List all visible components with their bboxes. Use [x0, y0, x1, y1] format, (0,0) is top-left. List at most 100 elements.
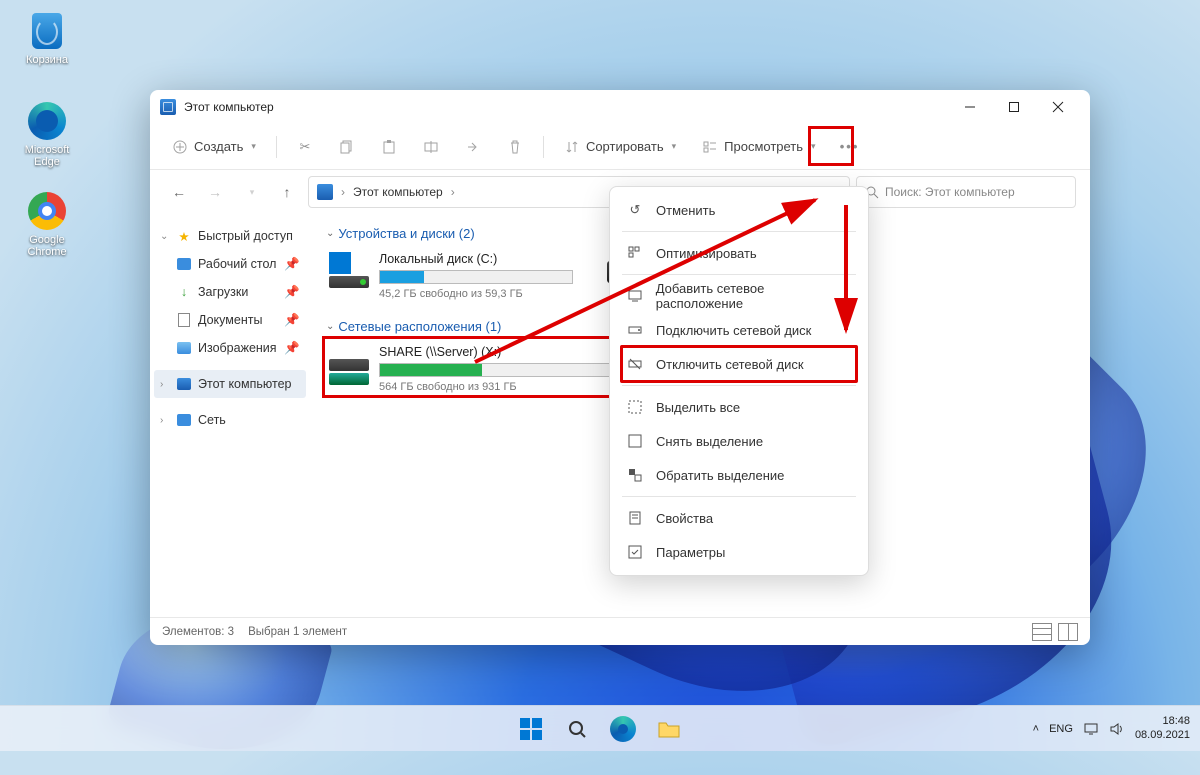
edge-icon	[28, 102, 66, 140]
select-none-icon	[626, 433, 644, 449]
pin-icon: 📌	[284, 285, 300, 300]
cut-button[interactable]: ✂	[287, 130, 323, 164]
menu-label: Обратить выделение	[656, 468, 784, 483]
tray-network-icon[interactable]	[1083, 722, 1099, 736]
taskbar-edge[interactable]	[603, 709, 643, 749]
menu-properties[interactable]: Свойства	[616, 501, 862, 535]
edge-icon	[610, 716, 636, 742]
taskbar-explorer[interactable]	[649, 709, 689, 749]
share-button[interactable]	[455, 130, 491, 164]
sort-icon	[564, 139, 580, 155]
invert-icon	[626, 467, 644, 483]
menu-optimize[interactable]: Оптимизировать	[616, 236, 862, 270]
breadcrumb-root[interactable]: Этот компьютер	[353, 185, 443, 199]
desktop-icon-edge[interactable]: Microsoft Edge	[14, 100, 80, 168]
plus-icon	[172, 139, 188, 155]
menu-options[interactable]: Параметры	[616, 535, 862, 569]
app-icon	[160, 99, 176, 115]
menu-undo[interactable]: ↺ Отменить	[616, 193, 862, 227]
network-drive-icon	[329, 345, 369, 385]
sidebar-item-label: Изображения	[198, 341, 277, 355]
desktop-icon-recycle[interactable]: Корзина	[14, 10, 80, 66]
cut-icon: ✂	[297, 139, 313, 155]
menu-select-all[interactable]: Выделить все	[616, 390, 862, 424]
delete-button[interactable]	[497, 130, 533, 164]
optimize-icon	[626, 245, 644, 261]
up-button[interactable]: ▾	[236, 177, 266, 207]
drive-name: Локальный диск (C:)	[379, 252, 573, 266]
forward-button[interactable]: →	[200, 177, 230, 207]
tray-chevron-icon[interactable]: ˄	[1033, 723, 1039, 735]
pc-icon	[176, 376, 192, 392]
menu-invert-selection[interactable]: Обратить выделение	[616, 458, 862, 492]
sidebar-item-network[interactable]: › Сеть	[154, 406, 306, 434]
menu-label: Подключить сетевой диск	[656, 323, 811, 338]
desktop-icon-label: Google Chrome	[14, 234, 80, 258]
network-icon	[176, 412, 192, 428]
sidebar-item-desktop[interactable]: Рабочий стол 📌	[154, 250, 306, 278]
menu-label: Параметры	[656, 545, 725, 560]
drive-network-x[interactable]: SHARE (\\Server) (X:) 564 ГБ свободно из…	[326, 342, 646, 396]
menu-map-drive[interactable]: Подключить сетевой диск	[616, 313, 862, 347]
search-input[interactable]: Поиск: Этот компьютер	[856, 176, 1076, 208]
view-button[interactable]: Просмотреть ▾	[692, 130, 825, 164]
sort-label: Сортировать	[586, 139, 664, 154]
chevron-right-icon: ›	[160, 379, 170, 390]
toolbar: Создать ▾ ✂ Сортировать ▾ Просмотреть ▾ …	[150, 124, 1090, 170]
pictures-icon	[176, 340, 192, 356]
drive-bar	[379, 270, 573, 284]
drive-c[interactable]: Локальный диск (C:) 45,2 ГБ свободно из …	[326, 249, 576, 303]
chevron-down-icon: ▾	[672, 141, 677, 152]
titlebar[interactable]: Этот компьютер	[150, 90, 1090, 124]
tray-language[interactable]: ENG	[1049, 723, 1073, 735]
more-button[interactable]: •••	[832, 130, 868, 164]
paste-button[interactable]	[371, 130, 407, 164]
tray-volume-icon[interactable]	[1109, 722, 1125, 736]
share-icon	[465, 139, 481, 155]
taskbar: ˄ ENG 18:48 08.09.2021	[0, 705, 1200, 751]
rename-button[interactable]	[413, 130, 449, 164]
close-button[interactable]	[1036, 92, 1080, 122]
sidebar-item-pictures[interactable]: Изображения 📌	[154, 334, 306, 362]
sidebar-item-label: Этот компьютер	[198, 377, 291, 391]
sidebar-item-label: Документы	[198, 313, 262, 327]
copy-button[interactable]	[329, 130, 365, 164]
menu-disconnect-drive[interactable]: Отключить сетевой диск	[616, 347, 862, 381]
minimize-button[interactable]	[948, 92, 992, 122]
chevron-right-icon: ›	[341, 185, 345, 199]
sidebar-item-downloads[interactable]: ↓ Загрузки 📌	[154, 278, 306, 306]
chevron-down-icon: ⌄	[326, 228, 334, 239]
sidebar-item-label: Быстрый доступ	[198, 229, 293, 243]
add-network-icon	[626, 288, 644, 304]
sidebar-item-label: Загрузки	[198, 285, 248, 299]
menu-add-network[interactable]: Добавить сетевое расположение	[616, 279, 862, 313]
menu-select-none[interactable]: Снять выделение	[616, 424, 862, 458]
more-icon: •••	[842, 139, 858, 155]
windows-icon	[520, 718, 542, 740]
new-button[interactable]: Создать ▾	[162, 130, 266, 164]
menu-label: Добавить сетевое расположение	[656, 281, 852, 311]
tray-clock[interactable]: 18:48 08.09.2021	[1135, 715, 1190, 743]
desktop-icon-chrome[interactable]: Google Chrome	[14, 190, 80, 258]
sort-button[interactable]: Сортировать ▾	[554, 130, 686, 164]
sidebar-item-thispc[interactable]: › Этот компьютер	[154, 370, 306, 398]
options-icon	[626, 544, 644, 560]
up-button[interactable]: ↑	[272, 177, 302, 207]
sidebar-item-quick[interactable]: ⌄ ★ Быстрый доступ	[154, 222, 306, 250]
documents-icon	[176, 312, 192, 328]
view-icon	[702, 139, 718, 155]
search-placeholder: Поиск: Этот компьютер	[885, 185, 1015, 199]
view-label: Просмотреть	[724, 139, 803, 154]
view-details-button[interactable]	[1032, 623, 1052, 641]
maximize-button[interactable]	[992, 92, 1036, 122]
sidebar-item-documents[interactable]: Документы 📌	[154, 306, 306, 334]
rename-icon	[423, 139, 439, 155]
view-large-button[interactable]	[1058, 623, 1078, 641]
downloads-icon: ↓	[176, 284, 192, 300]
back-button[interactable]: ←	[164, 177, 194, 207]
context-menu: ↺ Отменить Оптимизировать Добавить сетев…	[609, 186, 869, 576]
star-icon: ★	[176, 228, 192, 244]
taskbar-search[interactable]	[557, 709, 597, 749]
start-button[interactable]	[511, 709, 551, 749]
drive-bar	[379, 363, 643, 377]
